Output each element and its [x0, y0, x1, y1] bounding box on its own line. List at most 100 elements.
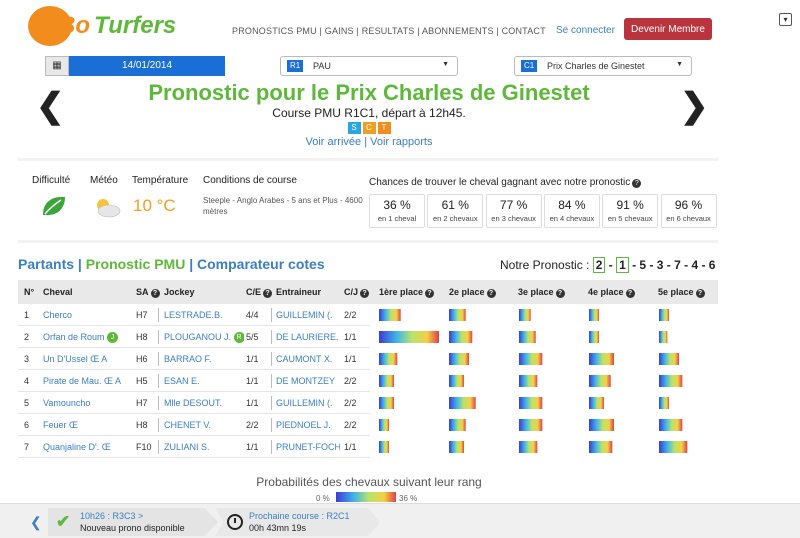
- temperature-value: 10 °C: [133, 196, 176, 215]
- probability-bar-row4-place3: [519, 375, 538, 387]
- help-icon[interactable]: ?: [555, 289, 565, 298]
- probability-bar-row6-place3: [519, 419, 543, 431]
- new-prono-race[interactable]: 10h26 : R3C3 >: [80, 511, 143, 521]
- logo[interactable]: Bo Turfers: [28, 6, 188, 46]
- help-icon[interactable]: ?: [263, 289, 273, 298]
- horse-sex-age: H6: [136, 354, 148, 364]
- col-place-1[interactable]: 1ère place?: [379, 287, 435, 298]
- login-link[interactable]: Se connecter: [556, 25, 615, 36]
- tab-partants[interactable]: Partants: [18, 256, 74, 272]
- col-cj[interactable]: C/J?: [344, 287, 370, 298]
- legend-gradient: [336, 492, 396, 502]
- chevron-left-icon[interactable]: ❮: [30, 514, 42, 531]
- help-icon[interactable]: ?: [360, 289, 370, 298]
- calendar-icon[interactable]: ▦: [45, 56, 69, 76]
- help-icon[interactable]: ?: [150, 289, 160, 298]
- horse-name-link[interactable]: Orfan de Roum J: [43, 332, 131, 344]
- col-entraineur[interactable]: Entraineur: [276, 287, 321, 297]
- jockey-stat: 4/4: [246, 310, 259, 320]
- help-icon[interactable]: ?: [695, 289, 705, 298]
- chances-title-text: Chances de trouver le cheval gagnant ave…: [369, 177, 631, 188]
- trainer-link[interactable]: DE LAURIERE.: [276, 332, 340, 342]
- probability-bar-row5-place4: [589, 397, 604, 409]
- horse-name: Vamouncho: [43, 398, 91, 408]
- date-picker[interactable]: ▦ 14/01/2014: [45, 56, 225, 76]
- help-icon[interactable]: ?: [486, 289, 496, 298]
- divider: [18, 158, 718, 161]
- trainer-link[interactable]: PIEDNOEL J.: [276, 420, 340, 430]
- probability-bar-row5-place3: [519, 397, 543, 409]
- jockey-link[interactable]: LESTRADE.B.: [164, 310, 244, 320]
- horse-name: Orfan de Roum: [43, 332, 105, 342]
- horse-sex-age: H7: [136, 310, 148, 320]
- table-row: 5 Vamouncho H7 Mlle DESOUT. 1/1 GUILLEMIN (. 2…: [18, 392, 370, 414]
- help-icon[interactable]: ?: [425, 289, 435, 298]
- jockey-link[interactable]: PLOUGANOU J. R: [164, 332, 244, 344]
- col-place-4[interactable]: 4e place?: [588, 287, 635, 298]
- trainer-link[interactable]: PRUNET-FOCH.: [276, 442, 340, 452]
- jockey-link[interactable]: Mlle DESOUT.: [164, 398, 244, 408]
- horse-name-link[interactable]: Vamouncho: [43, 398, 131, 408]
- probability-bar-row7-place1: [379, 441, 389, 453]
- jockey-link[interactable]: BARRAO F.: [164, 354, 244, 364]
- see-reports-link[interactable]: Voir rapports: [370, 136, 432, 148]
- new-prono-card[interactable]: ✔ 10h26 : R3C3 > Nouveau prono disponibl…: [48, 508, 218, 536]
- course-label: Prix Charles de Ginestet: [547, 61, 645, 71]
- trainer-link[interactable]: GUILLEMIN (.: [276, 398, 340, 408]
- horse-name-link[interactable]: Feuer Œ: [43, 420, 131, 430]
- next-race-label[interactable]: Prochaine course : R2C1: [249, 511, 350, 521]
- next-race-card[interactable]: Prochaine course : R2C1 00h 43mn 19s: [215, 508, 380, 536]
- table-row: 6 Feuer Œ H8 CHENET V. 2/2 PIEDNOEL J. 2/2: [18, 414, 370, 436]
- trainer-stat: 2/2: [344, 420, 357, 430]
- horse-name-link[interactable]: Quanjaline D'. Œ: [43, 442, 131, 452]
- horse-sex-age: H5: [136, 376, 148, 386]
- trainer-link[interactable]: CAUMONT X.: [276, 354, 340, 364]
- tab-pronostic[interactable]: Pronostic PMU: [86, 256, 186, 272]
- reunion-select[interactable]: R1 PAU ▼: [280, 56, 458, 76]
- horse-name-link[interactable]: Un D'Ussel Œ A: [43, 354, 131, 364]
- chances-title: Chances de trouver le cheval gagnant ave…: [369, 177, 642, 188]
- course-select[interactable]: C1 Prix Charles de Ginestet ▼: [514, 56, 692, 76]
- trainer-link[interactable]: DE MONTZEY: [276, 376, 340, 386]
- trainer-stat: 1/1: [344, 332, 357, 342]
- trainer-link[interactable]: GUILLEMIN (.: [276, 310, 340, 320]
- col-place-2[interactable]: 2e place?: [449, 287, 496, 298]
- top-navigation[interactable]: PRONOSTICS PMU | GAINS | RESULTATS | ABO…: [232, 26, 546, 36]
- col-ce[interactable]: C/E?: [246, 287, 273, 298]
- jockey-link[interactable]: ZULIANI S.: [164, 442, 244, 452]
- menu-toggle-icon[interactable]: ▾: [779, 13, 792, 26]
- probability-bar-row4-place4: [589, 375, 611, 387]
- trainer-stat: 2/2: [344, 310, 357, 320]
- col-place-3[interactable]: 3e place?: [518, 287, 565, 298]
- footer-bar: ❮ ✔ 10h26 : R3C3 > Nouveau prono disponi…: [0, 503, 800, 538]
- column-divider: [158, 440, 159, 454]
- help-icon[interactable]: ?: [625, 289, 635, 298]
- jockey-stat: 1/1: [246, 376, 259, 386]
- become-member-button[interactable]: Devenir Membre: [624, 18, 712, 40]
- horse-badge: J: [107, 332, 119, 344]
- probability-bar-row7-place5: [659, 441, 688, 453]
- jockey-link[interactable]: CHENET V.: [164, 420, 244, 430]
- horse-name-link[interactable]: Cherco: [43, 310, 131, 320]
- horse-name: Pirate de Mau. Œ A: [43, 376, 122, 386]
- horse-name-link[interactable]: Pirate de Mau. Œ A: [43, 376, 131, 386]
- tab-comparateur[interactable]: Comparateur cotes: [197, 256, 325, 272]
- date-value[interactable]: 14/01/2014: [69, 56, 225, 76]
- col-cheval[interactable]: Cheval: [43, 287, 73, 297]
- help-icon[interactable]: ?: [632, 179, 642, 188]
- probability-bar-row1-place2: [449, 309, 466, 321]
- page-title: Pronostic pour le Prix Charles de Ginest…: [148, 80, 590, 105]
- jockey-link[interactable]: ESAN E.: [164, 376, 244, 386]
- col-jockey[interactable]: Jockey: [164, 287, 195, 297]
- jockey-name: LESTRADE.B.: [164, 310, 223, 320]
- column-divider: [158, 330, 159, 344]
- badge-trio: T: [377, 122, 391, 134]
- logo-text-bo: Bo: [58, 12, 90, 39]
- probability-bar-row4-place5: [659, 375, 683, 387]
- race-subtitle: Course PMU R1C1, départ à 12h45.: [272, 106, 466, 120]
- legend-min: 0 %: [316, 494, 330, 503]
- pronostic-first: 2: [592, 257, 606, 273]
- col-sa[interactable]: SA?: [136, 287, 160, 298]
- see-arrival-link[interactable]: Voir arrivée: [306, 136, 362, 148]
- col-place-5[interactable]: 5e place?: [658, 287, 705, 298]
